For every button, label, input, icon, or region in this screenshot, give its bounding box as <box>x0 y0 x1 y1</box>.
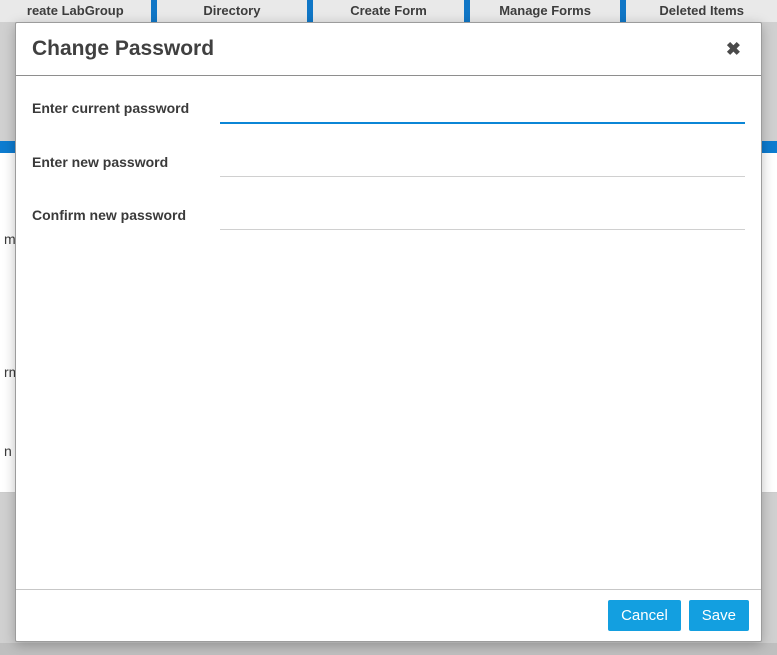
label-new-password: Enter new password <box>32 150 220 170</box>
label-confirm-password: Confirm new password <box>32 203 220 223</box>
save-button[interactable]: Save <box>689 600 749 631</box>
modal-footer: Cancel Save <box>16 589 761 641</box>
form-row-new-password: Enter new password <box>32 150 745 177</box>
form-row-current-password: Enter current password <box>32 96 745 124</box>
modal-title: Change Password <box>32 37 214 61</box>
input-new-password[interactable] <box>220 150 745 177</box>
form-row-confirm-password: Confirm new password <box>32 203 745 230</box>
input-current-password[interactable] <box>220 96 745 124</box>
background-nav: reate LabGroup Directory Create Form Man… <box>0 0 777 22</box>
input-confirm-password[interactable] <box>220 203 745 230</box>
nav-item-directory[interactable]: Directory <box>157 0 314 22</box>
background-footer <box>0 643 777 655</box>
nav-item-manage-forms[interactable]: Manage Forms <box>470 0 627 22</box>
label-current-password: Enter current password <box>32 96 220 116</box>
nav-item-create-labgroup[interactable]: reate LabGroup <box>0 0 157 22</box>
close-icon[interactable]: ✖ <box>722 39 745 60</box>
nav-item-deleted-items[interactable]: Deleted Items <box>626 0 777 22</box>
nav-item-create-form[interactable]: Create Form <box>313 0 470 22</box>
cancel-button[interactable]: Cancel <box>608 600 681 631</box>
modal-body: Enter current password Enter new passwor… <box>16 76 761 589</box>
change-password-modal: Change Password ✖ Enter current password… <box>15 22 762 642</box>
modal-header: Change Password ✖ <box>16 23 761 76</box>
